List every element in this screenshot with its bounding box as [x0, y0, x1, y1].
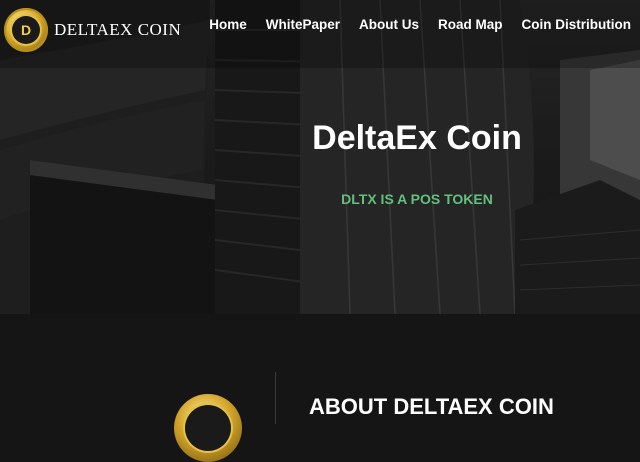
about-coin-icon [174, 394, 242, 462]
coin-logo-glyph: D [20, 22, 32, 38]
nav-coin-distribution[interactable]: Coin Distribution [522, 17, 631, 32]
hero-subtitle: DLTX IS A POS TOKEN [341, 191, 493, 207]
nav-home[interactable]: Home [209, 17, 247, 32]
hero-section: D DELTAEX COIN Home WhitePaper About Us … [0, 0, 640, 314]
about-divider [275, 372, 276, 424]
about-title: ABOUT DELTAEX COIN [309, 394, 554, 419]
about-section: ABOUT DELTAEX COIN [0, 314, 640, 462]
main-nav: Home WhitePaper About Us Road Map Coin D… [190, 17, 631, 32]
nav-whitepaper[interactable]: WhitePaper [266, 17, 340, 32]
nav-about-us[interactable]: About Us [359, 17, 419, 32]
top-navbar: D DELTAEX COIN Home WhitePaper About Us … [0, 0, 640, 68]
brand-logo[interactable]: D DELTAEX COIN [4, 8, 181, 52]
brand-name[interactable]: DELTAEX COIN [54, 20, 181, 40]
hero-title: DeltaEx Coin [312, 119, 522, 157]
nav-road-map[interactable]: Road Map [438, 17, 503, 32]
coin-logo-icon: D [4, 8, 48, 52]
